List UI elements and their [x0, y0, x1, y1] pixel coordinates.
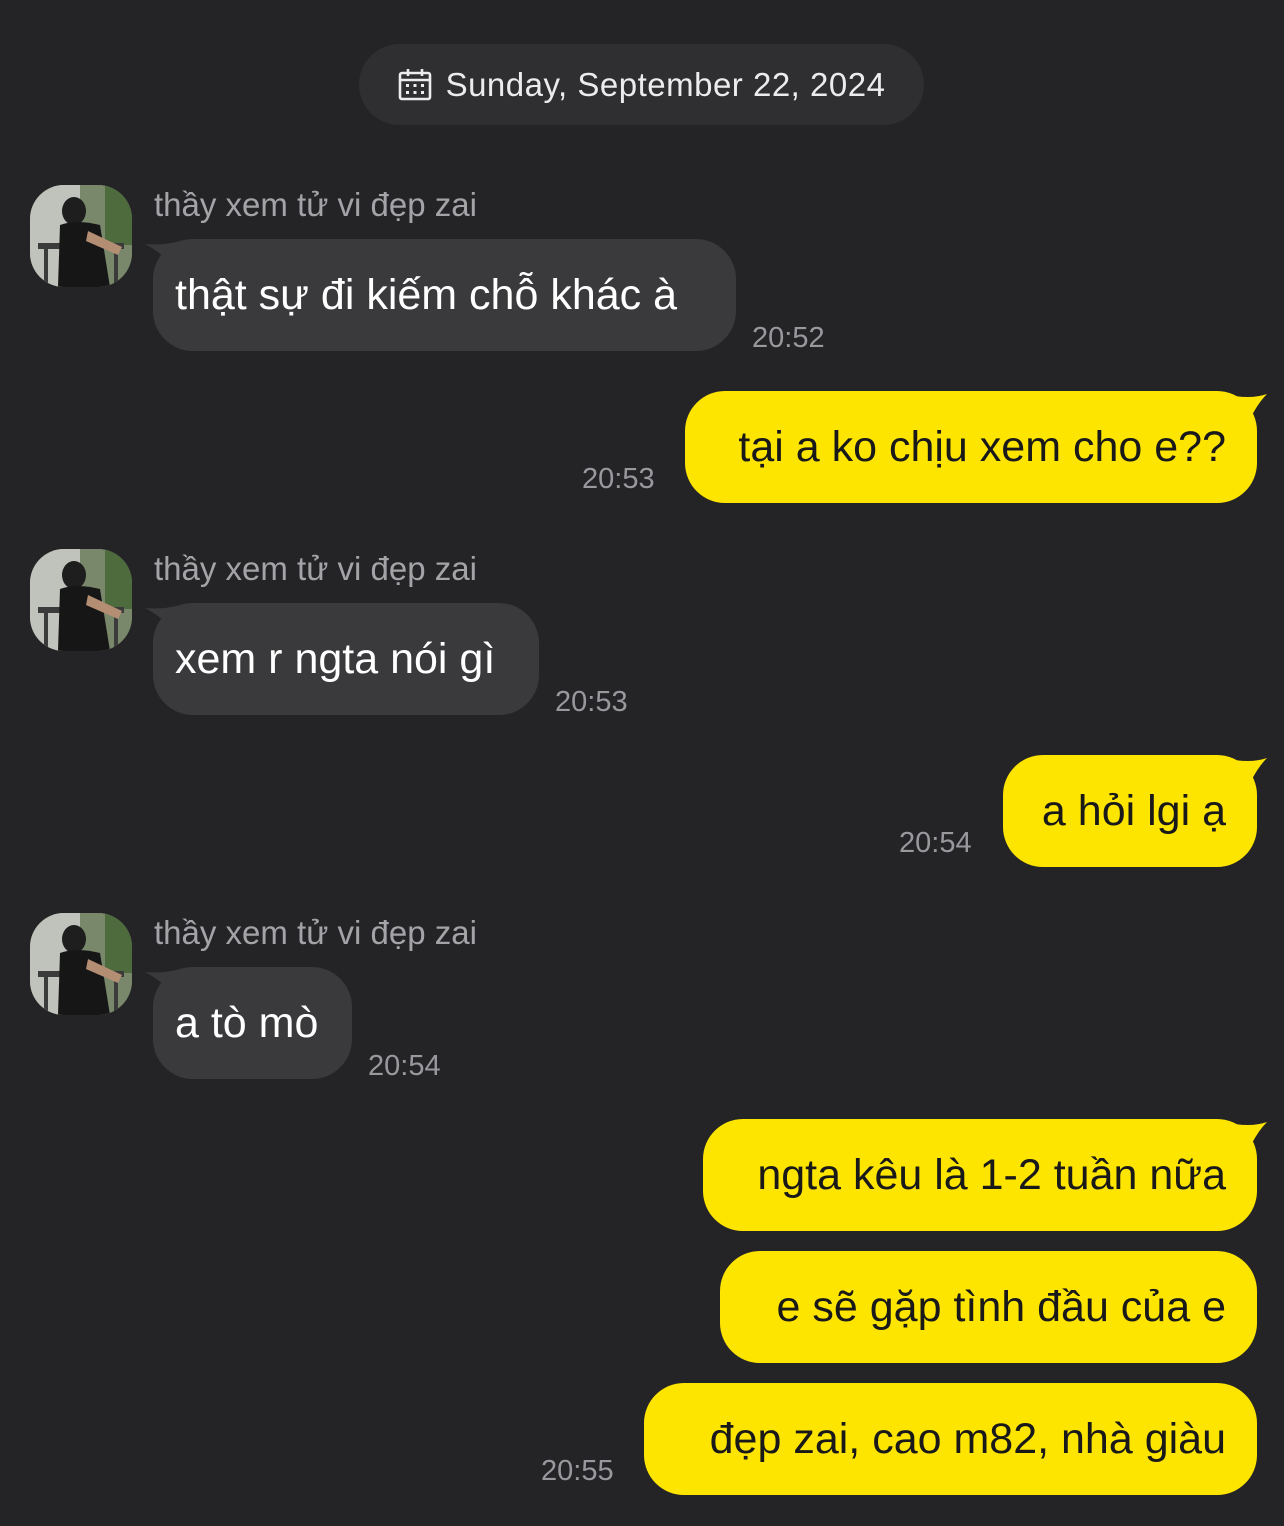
- calendar-icon: [398, 68, 432, 102]
- date-divider: Sunday, September 22, 2024: [359, 44, 924, 125]
- message-text: a hỏi lgi ạ: [1041, 786, 1226, 835]
- message-text: đẹp zai, cao m82, nhà giàu: [709, 1414, 1226, 1463]
- message-bubble[interactable]: tại a ko chịu xem cho e??: [685, 391, 1257, 503]
- message-timestamp: 20:53: [555, 686, 628, 718]
- message-bubble[interactable]: e sẽ gặp tình đầu của e: [720, 1251, 1257, 1363]
- avatar[interactable]: [30, 549, 132, 651]
- message-bubble[interactable]: thật sự đi kiếm chỗ khác à: [153, 239, 736, 351]
- sender-name: thầy xem tử vi đẹp zai: [154, 186, 477, 223]
- message-timestamp: 20:54: [899, 827, 972, 859]
- sender-name: thầy xem tử vi đẹp zai: [154, 550, 477, 587]
- message-text: ngta kêu là 1-2 tuần nữa: [757, 1150, 1226, 1199]
- message-bubble[interactable]: ngta kêu là 1-2 tuần nữa: [703, 1119, 1257, 1231]
- avatar[interactable]: [30, 913, 132, 1015]
- message-text: tại a ko chịu xem cho e??: [738, 422, 1226, 471]
- message-timestamp: 20:55: [541, 1455, 614, 1487]
- message-bubble[interactable]: xem r ngta nói gì: [153, 603, 539, 715]
- message-text: thật sự đi kiếm chỗ khác à: [175, 270, 678, 319]
- bubble-tail: [1225, 394, 1267, 436]
- message-text: e sẽ gặp tình đầu của e: [776, 1282, 1226, 1331]
- message-text: xem r ngta nói gì: [175, 634, 496, 683]
- avatar[interactable]: [30, 185, 132, 287]
- message-bubble[interactable]: a tò mò: [153, 967, 352, 1079]
- date-text: Sunday, September 22, 2024: [445, 65, 886, 103]
- sender-name: thầy xem tử vi đẹp zai: [154, 914, 477, 951]
- message-bubble[interactable]: đẹp zai, cao m82, nhà giàu: [644, 1383, 1257, 1495]
- message-bubble[interactable]: a hỏi lgi ạ: [1003, 755, 1257, 867]
- message-timestamp: 20:52: [752, 322, 825, 354]
- message-timestamp: 20:53: [582, 463, 655, 495]
- bubble-tail: [1225, 1122, 1267, 1164]
- message-timestamp: 20:54: [368, 1050, 441, 1082]
- bubble-tail: [1225, 758, 1267, 800]
- message-text: a tò mò: [175, 998, 319, 1047]
